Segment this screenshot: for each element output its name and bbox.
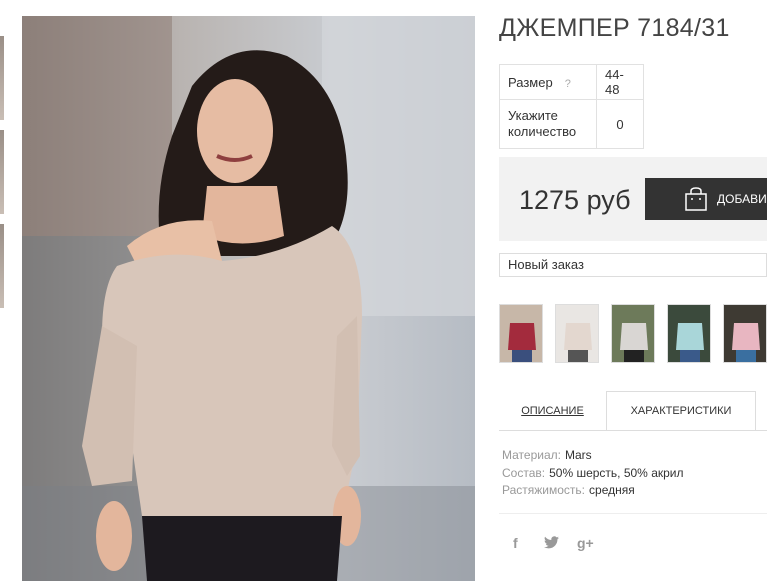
twitter-icon[interactable] bbox=[544, 536, 559, 552]
spec-key: Состав: bbox=[502, 465, 546, 480]
size-value[interactable]: 44-48 bbox=[596, 64, 644, 100]
color-thumbnail-pink[interactable] bbox=[723, 304, 767, 363]
gallery-thumbnail[interactable] bbox=[0, 36, 4, 120]
facebook-icon[interactable]: f bbox=[513, 535, 518, 551]
spec-row: Состав: 50% шерсть, 50% акрил bbox=[502, 465, 684, 483]
product-price: 1275 руб bbox=[519, 185, 631, 215]
quantity-label: Укажите количество bbox=[499, 99, 597, 149]
tab-characteristics[interactable]: ХАРАКТЕРИСТИКИ bbox=[606, 391, 756, 431]
spec-row: Материал: Mars bbox=[502, 447, 684, 465]
order-select[interactable]: Новый заказ bbox=[499, 253, 767, 277]
add-to-cart-button[interactable]: ДОБАВИТЬ bbox=[645, 178, 767, 220]
color-thumbnail-beige[interactable] bbox=[555, 304, 599, 363]
google-plus-icon[interactable]: g+ bbox=[577, 535, 594, 551]
spec-value: средняя bbox=[589, 483, 635, 497]
main-product-photo[interactable] bbox=[22, 16, 475, 581]
spec-row: Растяжимость: средняя bbox=[502, 482, 684, 500]
spec-value: 50% шерсть, 50% акрил bbox=[549, 465, 684, 480]
specs-divider bbox=[499, 513, 767, 514]
size-label: Размер bbox=[508, 74, 553, 90]
size-help-icon[interactable]: ? bbox=[565, 78, 571, 90]
gallery-thumbnail[interactable] bbox=[0, 130, 4, 214]
gallery-thumbnail[interactable] bbox=[0, 224, 4, 308]
product-params-table: Размер? 44-48 Укажите количество 0 bbox=[499, 64, 644, 149]
spec-key: Материал: bbox=[502, 448, 561, 462]
spec-value: Mars bbox=[564, 448, 592, 462]
add-to-cart-label: ДОБАВИТЬ bbox=[717, 192, 767, 206]
spec-key: Растяжимость: bbox=[502, 483, 586, 497]
product-title: ДЖЕМПЕР 7184/31 bbox=[499, 14, 730, 42]
specs-list: Материал: Mars Состав: 50% шерсть, 50% акр… bbox=[502, 447, 684, 500]
quantity-input[interactable]: 0 bbox=[596, 99, 644, 149]
color-thumbnail-burgundy[interactable] bbox=[499, 304, 543, 363]
tab-description[interactable]: ОПИСАНИЕ bbox=[499, 391, 606, 431]
buy-box: 1275 руб ДОБАВИТЬ bbox=[499, 157, 767, 241]
color-thumbnail-mint[interactable] bbox=[667, 304, 711, 363]
tabs-divider bbox=[499, 430, 767, 431]
shopping-bag-icon bbox=[685, 187, 707, 211]
color-thumbnail-light-grey[interactable] bbox=[611, 304, 655, 363]
product-tabs: ОПИСАНИЕ ХАРАКТЕРИСТИКИ bbox=[499, 391, 767, 431]
size-label-cell: Размер? bbox=[499, 64, 597, 100]
gallery-thumbnails-strip[interactable] bbox=[0, 36, 6, 318]
